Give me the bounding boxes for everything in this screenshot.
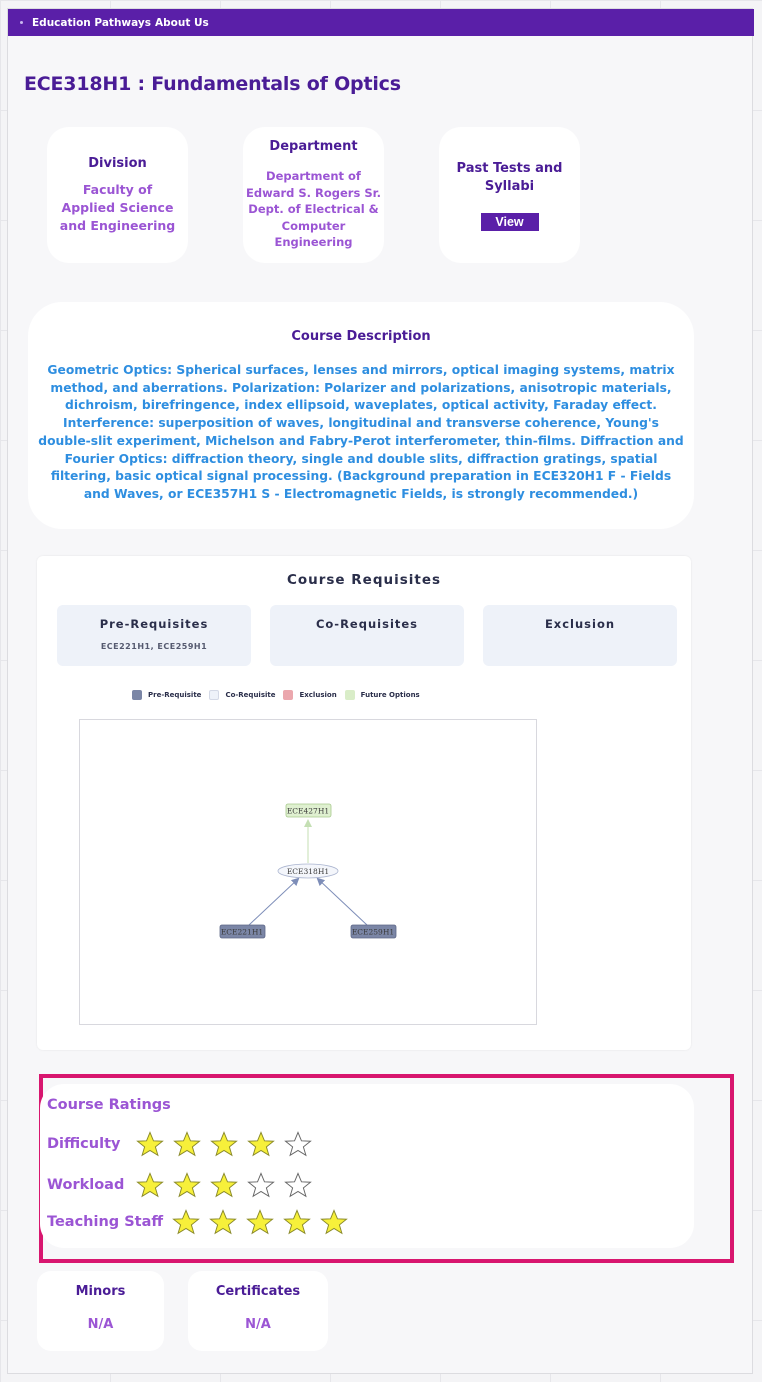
nav-bullet-icon bbox=[20, 21, 23, 24]
teaching-staff-stars bbox=[171, 1209, 356, 1235]
requisite-graph-canvas[interactable]: ECE427H1 ECE318H1 ECE221H1 ECE259H1 bbox=[80, 720, 536, 1024]
star-filled-icon bbox=[173, 1131, 201, 1157]
legend-swatch-corequisite bbox=[209, 690, 220, 700]
legend-item-prerequisite: Pre-Requisite bbox=[132, 690, 201, 700]
graph-node-ece318[interactable]: ECE318H1 bbox=[277, 863, 339, 879]
exclusion-label: Exclusion bbox=[544, 617, 616, 631]
corequisites-box: Co-Requisites bbox=[270, 605, 464, 666]
department-card: Department Department of Edward S. Roger… bbox=[243, 127, 384, 263]
graph-node-ece221[interactable]: ECE221H1 bbox=[219, 924, 266, 939]
star-filled-icon bbox=[172, 1209, 200, 1235]
star-filled-icon bbox=[136, 1172, 164, 1198]
certificates-label: Certificates bbox=[215, 1284, 301, 1299]
star-filled-icon bbox=[210, 1172, 238, 1198]
certificates-value: N/A bbox=[245, 1317, 271, 1332]
star-filled-icon bbox=[320, 1209, 348, 1235]
view-past-tests-button[interactable]: View bbox=[480, 212, 539, 231]
star-empty-icon bbox=[284, 1172, 312, 1198]
legend-label-corequisite: Co-Requisite bbox=[225, 691, 276, 699]
course-requisites-title: Course Requisites bbox=[286, 572, 442, 588]
graph-node-ece427[interactable]: ECE427H1 bbox=[285, 803, 332, 818]
legend-label-future-options: Future Options bbox=[360, 691, 420, 699]
legend-item-future-options: Future Options bbox=[344, 690, 420, 700]
star-empty-icon bbox=[247, 1172, 275, 1198]
star-filled-icon bbox=[246, 1209, 274, 1235]
star-filled-icon bbox=[210, 1131, 238, 1157]
star-filled-icon bbox=[283, 1209, 311, 1235]
workload-label: Workload bbox=[47, 1177, 125, 1193]
course-ratings-card: Course Ratings Difficulty Workload Teach… bbox=[40, 1084, 694, 1248]
course-description-card: Course Description Geometric Optics: Sph… bbox=[28, 302, 694, 529]
legend-label-exclusion: Exclusion bbox=[299, 691, 337, 699]
star-filled-icon bbox=[136, 1131, 164, 1157]
nav-link-education-pathways[interactable]: Education Pathways bbox=[32, 17, 151, 29]
star-empty-icon bbox=[284, 1131, 312, 1157]
legend-swatch-exclusion bbox=[283, 690, 294, 700]
division-label: Division bbox=[88, 155, 147, 171]
course-requisites-card: Course Requisites Pre-Requisites ECE221H… bbox=[37, 556, 691, 1050]
workload-stars bbox=[135, 1172, 320, 1198]
requisite-graph[interactable]: ECE427H1 ECE318H1 ECE221H1 ECE259H1 bbox=[79, 719, 537, 1025]
past-tests-card: Past Tests and Syllabi View bbox=[439, 127, 580, 263]
graph-node-ece259-label: ECE259H1 bbox=[352, 928, 394, 937]
prerequisites-list: ECE221H1, ECE259H1 bbox=[100, 642, 208, 651]
exclusion-box: Exclusion bbox=[483, 605, 677, 666]
graph-legend: Pre-Requisite Co-Requisite Exclusion Fut… bbox=[132, 690, 428, 700]
graph-edge-ece259-ece318 bbox=[316, 877, 368, 926]
department-label: Department bbox=[269, 139, 358, 155]
graph-node-ece259[interactable]: ECE259H1 bbox=[350, 924, 397, 939]
course-ratings-title: Course Ratings bbox=[47, 1097, 171, 1113]
graph-node-ece427-label: ECE427H1 bbox=[287, 807, 329, 816]
graph-node-ece318-label: ECE318H1 bbox=[287, 867, 329, 876]
course-description-text: Geometric Optics: Spherical surfaces, le… bbox=[38, 363, 684, 501]
prerequisites-box: Pre-Requisites ECE221H1, ECE259H1 bbox=[57, 605, 251, 666]
top-navbar: Education Pathways About Us bbox=[8, 9, 754, 36]
teaching-staff-label: Teaching Staff bbox=[47, 1214, 164, 1230]
department-value: Department of Edward S. Rogers Sr. Dept.… bbox=[245, 169, 382, 250]
graph-edge-ece221-ece318 bbox=[248, 877, 300, 926]
prerequisites-label: Pre-Requisites bbox=[99, 617, 209, 631]
legend-swatch-future-options bbox=[344, 690, 355, 700]
minors-label: Minors bbox=[75, 1284, 126, 1299]
rating-row-teaching-staff: Teaching Staff bbox=[47, 1209, 356, 1235]
nav-link-about-us[interactable]: About Us bbox=[155, 17, 209, 29]
past-tests-label: Past Tests and Syllabi bbox=[456, 160, 563, 194]
difficulty-label: Difficulty bbox=[47, 1136, 121, 1152]
course-description-title: Course Description bbox=[291, 329, 431, 344]
graph-node-ece221-label: ECE221H1 bbox=[221, 928, 263, 937]
legend-item-corequisite: Co-Requisite bbox=[209, 690, 275, 700]
rating-row-difficulty: Difficulty bbox=[47, 1131, 320, 1157]
star-filled-icon bbox=[173, 1172, 201, 1198]
page: Education Pathways About Us ECE318H1 : F… bbox=[7, 8, 754, 1374]
division-card: Division Faculty of Applied Science and … bbox=[47, 127, 188, 263]
legend-swatch-prerequisite bbox=[132, 690, 142, 700]
minors-value: N/A bbox=[87, 1317, 114, 1332]
difficulty-stars bbox=[135, 1131, 320, 1157]
rating-row-workload: Workload bbox=[47, 1172, 320, 1198]
star-filled-icon bbox=[247, 1131, 275, 1157]
legend-label-prerequisite: Pre-Requisite bbox=[148, 691, 202, 699]
corequisites-label: Co-Requisites bbox=[315, 617, 419, 631]
certificates-card: Certificates N/A bbox=[188, 1271, 328, 1351]
minors-card: Minors N/A bbox=[37, 1271, 164, 1351]
division-value: Faculty of Applied Science and Engineeri… bbox=[59, 181, 176, 233]
star-filled-icon bbox=[209, 1209, 237, 1235]
course-title: ECE318H1 : Fundamentals of Optics bbox=[24, 73, 401, 95]
legend-item-exclusion: Exclusion bbox=[283, 690, 337, 700]
